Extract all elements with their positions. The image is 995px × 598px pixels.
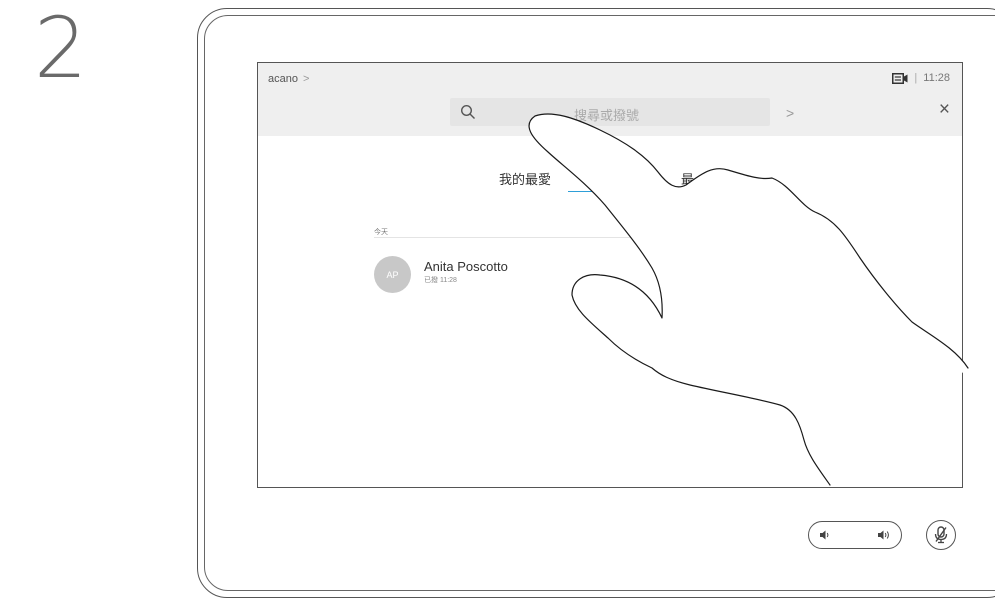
chevron-right-icon: > xyxy=(303,73,310,85)
camera-status-icon xyxy=(892,72,908,84)
status-area: | 11:28 xyxy=(892,72,950,84)
active-tab-indicator xyxy=(568,191,608,192)
search-input[interactable]: 搜尋或撥號 xyxy=(450,98,770,126)
tab-recent[interactable]: 最 xyxy=(681,169,694,188)
breadcrumb[interactable]: acano > xyxy=(268,73,309,85)
day-group-label: 今天 xyxy=(374,229,388,236)
top-bar: acano > | 11:28 搜尋或撥號 > × xyxy=(258,63,962,136)
call-detail: 已撥 11:28 xyxy=(424,277,457,284)
tab-favorites[interactable]: 我的最愛 xyxy=(499,169,551,188)
search-icon xyxy=(460,104,475,119)
microphone-mute-button[interactable] xyxy=(926,520,956,550)
volume-control[interactable] xyxy=(808,521,902,549)
volume-down-icon[interactable] xyxy=(819,529,831,541)
close-icon[interactable]: × xyxy=(939,100,950,119)
brand-label: acano xyxy=(268,73,298,85)
step-number: 2 xyxy=(34,0,88,97)
search-go-chevron-icon[interactable]: > xyxy=(786,105,794,121)
avatar: AP xyxy=(374,256,411,293)
microphone-mute-icon xyxy=(934,526,948,544)
contact-name: Anita Poscotto xyxy=(424,259,508,274)
volume-up-icon[interactable] xyxy=(877,529,891,541)
search-placeholder: 搜尋或撥號 xyxy=(574,108,640,123)
status-separator: | xyxy=(914,72,918,84)
touch-screen: acano > | 11:28 搜尋或撥號 > × 我的最愛 最 今天 AP A… xyxy=(257,62,963,488)
divider xyxy=(374,237,704,238)
clock-time: 11:28 xyxy=(923,72,950,84)
